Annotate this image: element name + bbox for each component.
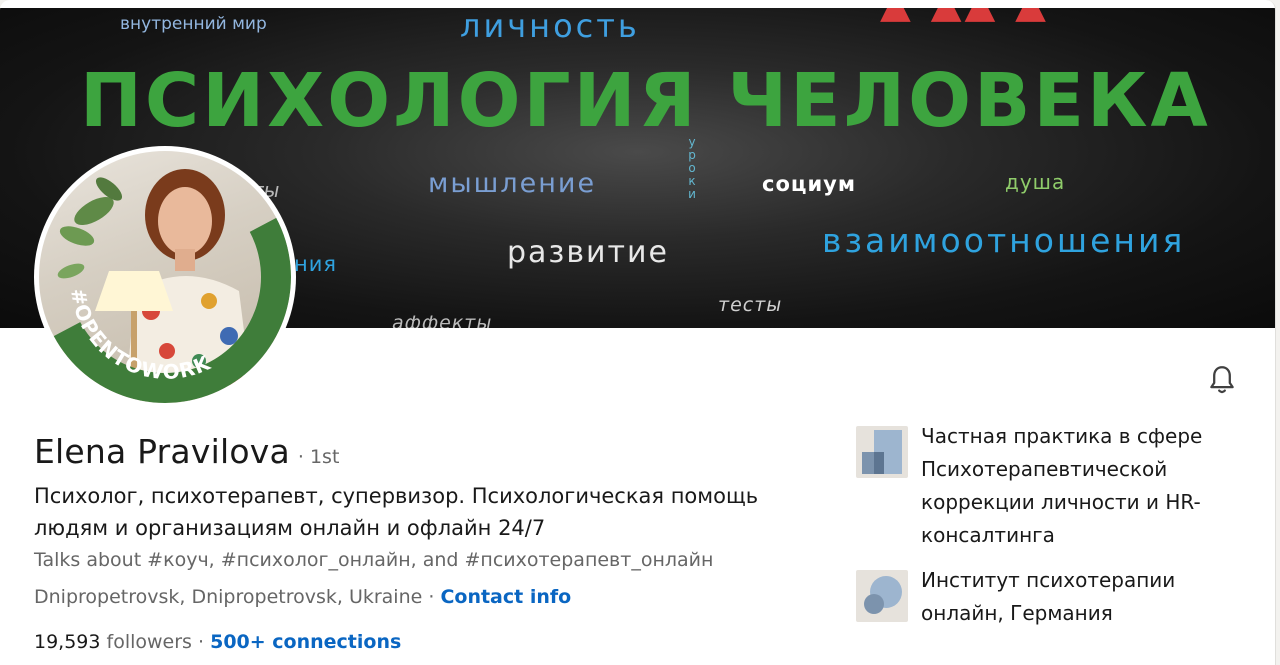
profile-name: Elena Pravilova <box>34 432 290 471</box>
banner-word: тесты <box>718 294 783 316</box>
location: Dnipropetrovsk, Dnipropetrovsk, Ukraine <box>34 586 423 608</box>
current-company[interactable]: Частная практика в сфере Психотерапевтич… <box>856 424 1251 552</box>
banner-word-cropped: ▲ ▲▲ ▲ <box>880 8 1049 24</box>
opentowork-badge: #OPENTOWORK <box>53 217 291 403</box>
name-line: Elena Pravilova · 1st <box>34 432 339 471</box>
connection-degree: · 1st <box>297 446 340 468</box>
separator: · <box>422 586 441 608</box>
banner-word: социум <box>762 172 857 196</box>
contact-info-link[interactable]: Contact info <box>440 586 571 608</box>
profile-card: внутренний мир личность ▲ ▲▲ ▲ ПСИХОЛОГИ… <box>0 0 1276 665</box>
connections-link[interactable]: 500+ connections <box>210 631 401 653</box>
company-logo-icon <box>856 426 908 478</box>
banner-word-vertical: уроки <box>688 135 696 201</box>
profile-photo[interactable]: #OPENTOWORK <box>34 146 296 408</box>
banner-title: ПСИХОЛОГИЯ ЧЕЛОВЕКА <box>80 58 1211 144</box>
banner-word: душа <box>1005 170 1066 194</box>
banner-word: взаимоотношения <box>822 221 1186 260</box>
avatar: #OPENTOWORK <box>39 151 291 403</box>
banner-word: внутренний мир <box>120 14 267 34</box>
banner-word: мышление <box>428 168 597 199</box>
banner-word: личность <box>460 8 640 45</box>
banner-word: аффекты <box>392 312 493 329</box>
stats-line: 19,593 followers · 500+ connections <box>34 631 401 653</box>
talks-about: Talks about #коуч, #психолог_онлайн, and… <box>34 549 714 571</box>
followers-label: followers <box>100 631 192 653</box>
followers-count: 19,593 <box>34 631 101 653</box>
location-line: Dnipropetrovsk, Dnipropetrovsk, Ukraine … <box>34 586 571 608</box>
bell-icon <box>1210 366 1234 394</box>
separator: · <box>191 631 211 653</box>
company-name: Частная практика в сфере Психотерапевтич… <box>921 424 1203 547</box>
notification-bell-button[interactable] <box>1202 360 1242 400</box>
education-school[interactable]: Институт психотерапии онлайн, Германия <box>856 568 1251 630</box>
school-logo-icon <box>856 570 908 622</box>
banner-word: ния <box>294 252 338 276</box>
school-name: Институт психотерапии онлайн, Германия <box>921 568 1176 625</box>
profile-headline: Психолог, психотерапевт, супервизор. Пси… <box>34 484 759 540</box>
banner-word: развитие <box>507 235 669 270</box>
